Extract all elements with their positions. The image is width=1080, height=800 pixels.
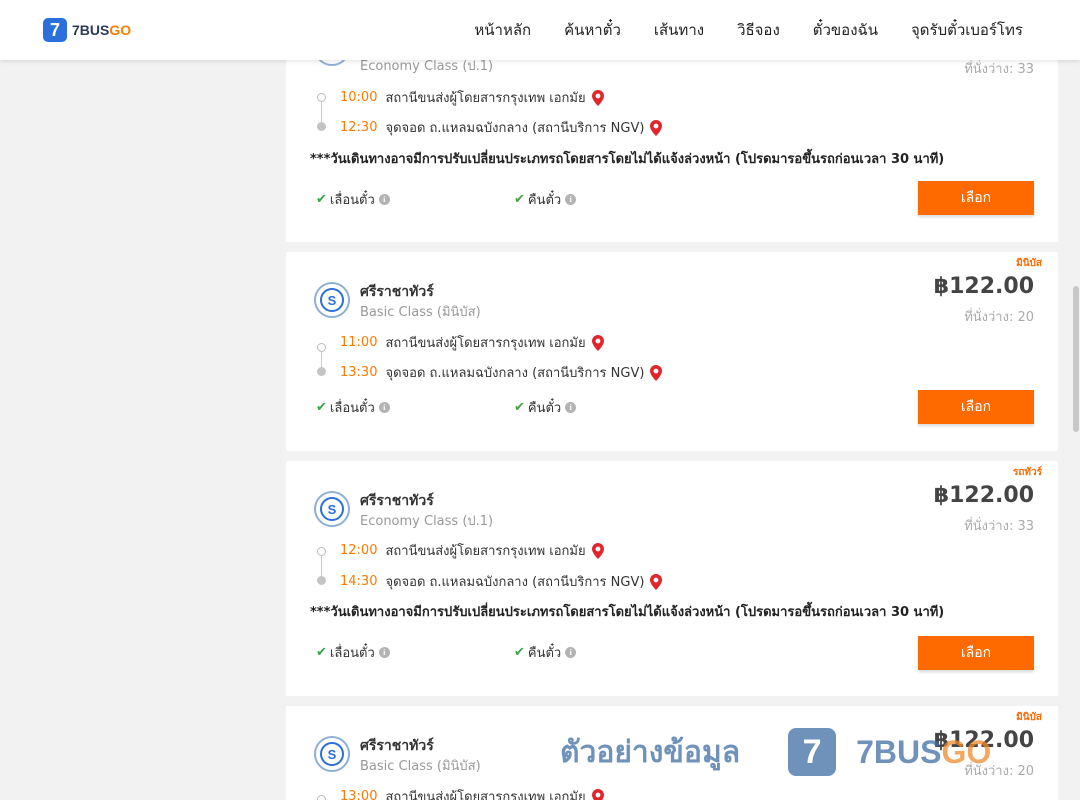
arrive-place: จุดจอด ถ.แหลมฉบังกลาง (สถานีบริการ NGV): [385, 366, 645, 381]
bus-class: Basic Class (มินิบัส): [360, 305, 481, 320]
bus-type-badge: รถทัวร์: [1012, 467, 1042, 478]
info-icon[interactable]: i: [378, 194, 390, 205]
map-pin-icon[interactable]: [650, 364, 663, 381]
check-icon: ✔: [316, 645, 327, 660]
feature-refund-ticket: ✔ คืนตั๋ว i: [514, 189, 577, 210]
map-pin-icon[interactable]: [650, 573, 663, 590]
arrive-place: จุดจอด ถ.แหลมฉบังกลาง (สถานีบริการ NGV): [385, 575, 645, 590]
arrive-time: 14:30: [340, 574, 378, 589]
logo-text: 7BUSGO: [72, 22, 132, 38]
operator-logo: S: [314, 491, 350, 527]
select-trip-button[interactable]: เลือก: [918, 181, 1034, 215]
depart-place: สถานีขนส่งผู้โดยสารกรุงเทพ เอกมัย: [385, 336, 586, 351]
check-icon: ✔: [316, 400, 327, 415]
arrive-dot: [317, 122, 326, 131]
site-logo[interactable]: 7 7BUSGO: [43, 18, 131, 42]
feature-change-ticket: ✔ เลื่อนตั๋ว i: [316, 642, 390, 663]
map-pin-icon[interactable]: [591, 542, 604, 559]
info-icon[interactable]: i: [565, 647, 577, 658]
nav-my-tickets[interactable]: ตั๋วของฉัน: [813, 18, 878, 42]
map-pin-icon[interactable]: [591, 788, 604, 800]
depart-place: สถานีขนส่งผู้โดยสารกรุงเทพ เอกมัย: [385, 790, 586, 800]
bus-class: Basic Class (มินิบัส): [360, 759, 481, 774]
map-pin-icon[interactable]: [591, 334, 604, 351]
scrollbar-thumb[interactable]: [1073, 286, 1079, 432]
select-trip-button[interactable]: เลือก: [918, 636, 1034, 670]
depart-stop: 13:00 สถานีขนส่งผู้โดยสารกรุงเทพ เอกมัย: [340, 786, 604, 800]
bus-type-badge: มินิบัส: [1016, 712, 1042, 723]
nav-routes[interactable]: เส้นทาง: [654, 18, 704, 42]
watermark-logo-icon: 7: [788, 728, 837, 776]
info-icon[interactable]: i: [565, 402, 577, 413]
arrive-time: 13:30: [340, 365, 378, 380]
select-trip-button[interactable]: เลือก: [918, 390, 1034, 424]
nav-search-tickets[interactable]: ค้นหาตั๋ว: [564, 18, 621, 42]
route-line: [321, 102, 322, 122]
site-header: 7 7BUSGO หน้าหลัก ค้นหาตั๋ว เส้นทาง วิธี…: [0, 0, 1080, 60]
depart-time: 11:00: [340, 335, 378, 350]
operator-name: ศรีราชาทัวร์: [360, 738, 434, 754]
nav-home[interactable]: หน้าหลัก: [474, 18, 531, 42]
route-line: [321, 556, 322, 576]
trip-card: รถทัวร์ S ศรีราชาทัวร์ Economy Class (ป.…: [286, 461, 1058, 696]
depart-dot: [317, 93, 326, 102]
depart-stop: 12:00 สถานีขนส่งผู้โดยสารกรุงเทพ เอกมัย: [340, 540, 604, 561]
ticket-price: ฿122.00: [933, 483, 1034, 508]
operator-logo: S: [314, 282, 350, 318]
bus-class: Economy Class (ป.1): [360, 514, 494, 529]
main-nav: หน้าหลัก ค้นหาตั๋ว เส้นทาง วิธีจอง ตั๋วข…: [474, 0, 1023, 60]
arrive-stop: 12:30 จุดจอด ถ.แหลมฉบังกลาง (สถานีบริการ…: [340, 117, 663, 138]
schedule-notice: ***วันเดินทางอาจมีการปรับเปลี่ยนประเภทรถ…: [310, 152, 945, 167]
trip-card: มินิบัส S ศรีราชาทัวร์ Basic Class (มินิ…: [286, 252, 1058, 451]
operator-name: ศรีราชาทัวร์: [360, 493, 434, 509]
depart-dot: [317, 343, 326, 352]
ticket-price: ฿122.00: [933, 274, 1034, 299]
nav-pickup-points[interactable]: จุดรับตั๋วเบอร์โทร: [911, 18, 1023, 42]
feature-change-ticket: ✔ เลื่อนตั๋ว i: [316, 189, 390, 210]
depart-time: 10:00: [340, 90, 378, 105]
arrive-time: 12:30: [340, 120, 378, 135]
arrive-place: จุดจอด ถ.แหลมฉบังกลาง (สถานีบริการ NGV): [385, 121, 645, 136]
check-icon: ✔: [316, 192, 327, 207]
depart-time: 13:00: [340, 789, 378, 800]
depart-place: สถานีขนส่งผู้โดยสารกรุงเทพ เอกมัย: [385, 544, 586, 559]
operator-name: ศรีราชาทัวร์: [360, 284, 434, 300]
feature-refund-ticket: ✔ คืนตั๋ว i: [514, 397, 577, 418]
seats-available: ที่นั่งว่าง: 33: [964, 62, 1034, 77]
depart-dot: [317, 547, 326, 556]
depart-time: 12:00: [340, 543, 378, 558]
route-line: [321, 352, 322, 368]
watermark-text: ตัวอย่างข้อมูล: [560, 734, 741, 770]
check-icon: ✔: [514, 192, 525, 207]
nav-how-to-book[interactable]: วิธีจอง: [737, 18, 780, 42]
seats-available: ที่นั่งว่าง: 20: [964, 310, 1034, 325]
depart-place: สถานีขนส่งผู้โดยสารกรุงเทพ เอกมัย: [385, 91, 586, 106]
depart-dot: [317, 795, 326, 800]
arrive-stop: 14:30 จุดจอด ถ.แหลมฉบังกลาง (สถานีบริการ…: [340, 571, 663, 592]
check-icon: ✔: [514, 645, 525, 660]
sample-data-watermark: ตัวอย่างข้อมูล 7 7BUSGO: [560, 728, 991, 776]
bus-type-badge: มินิบัส: [1016, 258, 1042, 269]
map-pin-icon[interactable]: [591, 89, 604, 106]
info-icon[interactable]: i: [378, 402, 390, 413]
page-scrollbar[interactable]: [1072, 0, 1080, 800]
depart-stop: 11:00 สถานีขนส่งผู้โดยสารกรุงเทพ เอกมัย: [340, 332, 604, 353]
operator-logo: S: [314, 736, 350, 772]
map-pin-icon[interactable]: [650, 119, 663, 136]
schedule-notice: ***วันเดินทางอาจมีการปรับเปลี่ยนประเภทรถ…: [310, 605, 945, 620]
seats-available: ที่นั่งว่าง: 33: [964, 519, 1034, 534]
arrive-dot: [317, 367, 326, 376]
feature-change-ticket: ✔ เลื่อนตั๋ว i: [316, 397, 390, 418]
info-icon[interactable]: i: [565, 194, 577, 205]
arrive-stop: 13:30 จุดจอด ถ.แหลมฉบังกลาง (สถานีบริการ…: [340, 362, 663, 383]
logo-mark-icon: 7: [43, 18, 67, 42]
depart-stop: 10:00 สถานีขนส่งผู้โดยสารกรุงเทพ เอกมัย: [340, 87, 604, 108]
info-icon[interactable]: i: [378, 647, 390, 658]
watermark-brand: 7BUSGO: [856, 733, 992, 770]
arrive-dot: [317, 576, 326, 585]
feature-refund-ticket: ✔ คืนตั๋ว i: [514, 642, 577, 663]
check-icon: ✔: [514, 400, 525, 415]
